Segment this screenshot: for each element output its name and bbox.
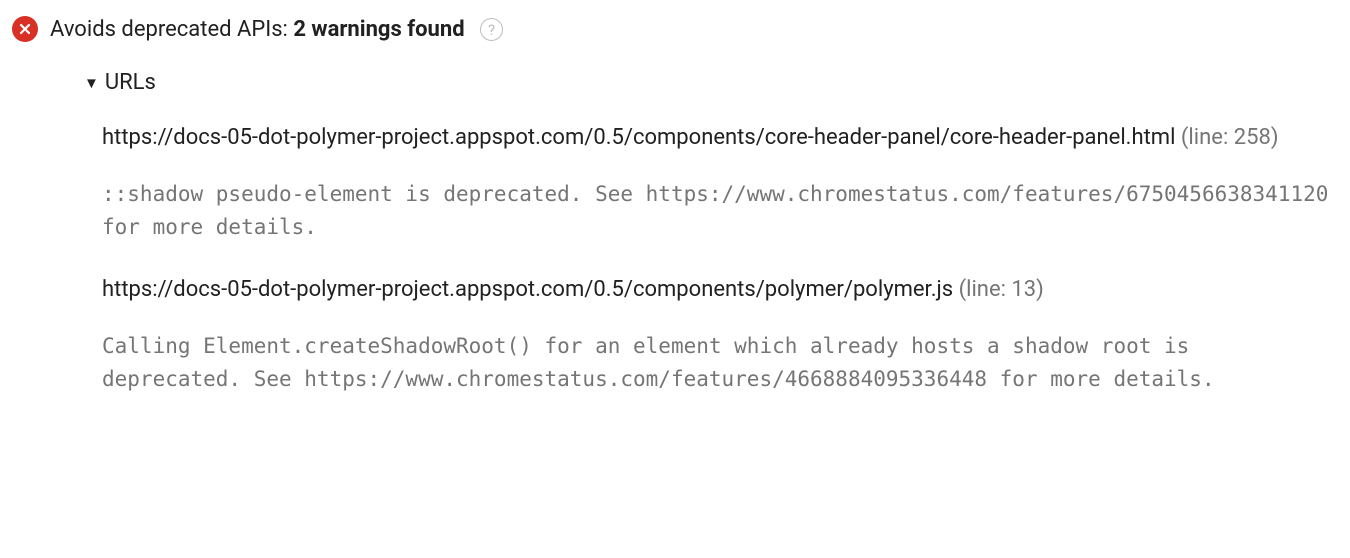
audit-title: Avoids deprecated APIs: 2 warnings found…: [50, 17, 503, 42]
help-icon[interactable]: ?: [480, 18, 503, 41]
url-line: https://docs-05-dot-polymer-project.apps…: [102, 121, 1338, 154]
audit-title-bold: 2 warnings found: [293, 17, 464, 42]
urls-toggle[interactable]: ▼ URLs: [84, 70, 1338, 95]
chevron-down-icon: ▼: [84, 74, 99, 92]
deprecation-message: ::shadow pseudo-element is deprecated. S…: [102, 178, 1338, 243]
url-text: https://docs-05-dot-polymer-project.apps…: [102, 277, 953, 302]
line-ref: (line: 13): [953, 277, 1044, 302]
line-ref: (line: 258): [1175, 125, 1278, 150]
audit-title-prefix: Avoids deprecated APIs:: [50, 17, 293, 42]
error-icon: [12, 16, 38, 42]
deprecation-message: Calling Element.createShadowRoot() for a…: [102, 330, 1338, 395]
url-list: https://docs-05-dot-polymer-project.apps…: [102, 121, 1338, 395]
url-item: https://docs-05-dot-polymer-project.apps…: [102, 273, 1338, 395]
url-line: https://docs-05-dot-polymer-project.apps…: [102, 273, 1338, 306]
url-item: https://docs-05-dot-polymer-project.apps…: [102, 121, 1338, 243]
details-section: ▼ URLs https://docs-05-dot-polymer-proje…: [84, 70, 1338, 395]
url-text: https://docs-05-dot-polymer-project.apps…: [102, 125, 1175, 150]
urls-toggle-label: URLs: [105, 70, 156, 95]
audit-header-row: Avoids deprecated APIs: 2 warnings found…: [12, 16, 1338, 42]
